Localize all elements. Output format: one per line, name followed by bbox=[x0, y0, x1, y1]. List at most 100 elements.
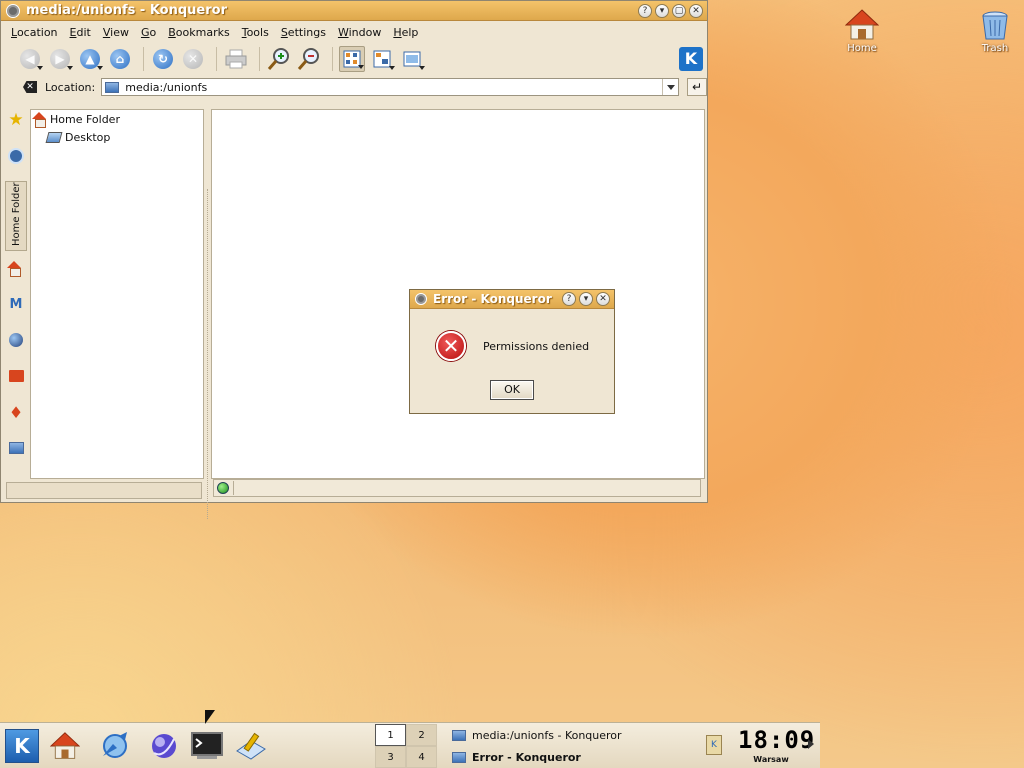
menu-bookmarks[interactable]: Bookmarks bbox=[168, 26, 229, 39]
menu-window[interactable]: Window bbox=[338, 26, 381, 39]
terminal-launcher[interactable] bbox=[190, 729, 224, 763]
menu-help[interactable]: Help bbox=[393, 26, 418, 39]
tree-view-button[interactable] bbox=[369, 46, 395, 72]
forward-button[interactable]: ▶ bbox=[47, 46, 73, 72]
home-icon bbox=[7, 261, 22, 277]
back-button[interactable]: ◀ bbox=[17, 46, 43, 72]
task-list: media:/unionfs - Konqueror Error - Konqu… bbox=[446, 724, 698, 768]
desktop-trash-label: Trash bbox=[981, 43, 1009, 54]
error-icon: ✕ bbox=[436, 331, 466, 361]
zoom-out-icon bbox=[297, 48, 319, 70]
desktop-pager: 1 2 3 4 bbox=[375, 724, 437, 768]
zoom-in-button[interactable] bbox=[266, 46, 292, 72]
home-launcher[interactable] bbox=[48, 729, 82, 763]
pager-desktop-1[interactable]: 1 bbox=[375, 724, 406, 746]
root-folder-tab[interactable] bbox=[5, 365, 27, 387]
clock-icon bbox=[8, 148, 24, 164]
tree-view-icon bbox=[373, 50, 391, 68]
desktop-icon bbox=[45, 131, 63, 143]
maximize-button[interactable]: ▢ bbox=[672, 4, 686, 18]
home-button[interactable]: ⌂ bbox=[107, 46, 133, 72]
minimize-button[interactable]: ▾ bbox=[655, 4, 669, 18]
reload-icon: ↻ bbox=[153, 49, 173, 69]
clear-location-icon[interactable]: ✕ bbox=[23, 81, 37, 93]
task-konqueror[interactable]: media:/unionfs - Konqueror bbox=[446, 724, 698, 746]
location-input[interactable]: media:/unionfs bbox=[101, 78, 680, 96]
desktop-tab[interactable] bbox=[5, 437, 27, 459]
zoom-out-button[interactable] bbox=[296, 46, 322, 72]
home-icon bbox=[844, 8, 880, 42]
konqueror-window: media:/unionfs - Konqueror ? ▾ ▢ ✕ Locat… bbox=[0, 0, 708, 519]
toolbar-separator bbox=[216, 47, 217, 71]
desktop-home-icon[interactable]: Home bbox=[827, 8, 897, 54]
menu-tools[interactable]: Tools bbox=[242, 26, 269, 39]
go-button[interactable]: ↵ bbox=[687, 78, 708, 96]
desktop-trash-icon[interactable]: Trash bbox=[960, 8, 1024, 54]
reload-button[interactable]: ↻ bbox=[150, 46, 176, 72]
up-arrow-icon: ▲ bbox=[80, 49, 100, 69]
error-dialog: Error - Konqueror ? ▾ ✕ ✕ Permissions de… bbox=[409, 289, 615, 414]
home-tab-icon[interactable] bbox=[5, 257, 27, 279]
red-folder-icon bbox=[8, 370, 24, 382]
menu-settings[interactable]: Settings bbox=[281, 26, 326, 39]
menu-view[interactable]: View bbox=[103, 26, 129, 39]
pager-desktop-4[interactable]: 4 bbox=[406, 746, 437, 768]
kmenu-button[interactable]: K bbox=[5, 729, 39, 763]
close-button[interactable]: ✕ bbox=[689, 4, 703, 18]
clock-time: 18:09 bbox=[738, 726, 816, 754]
services-icon: ♦ bbox=[8, 402, 24, 422]
icon-view-button[interactable] bbox=[339, 46, 365, 72]
ok-button[interactable]: OK bbox=[490, 380, 534, 400]
print-button[interactable] bbox=[223, 46, 249, 72]
konqueror-titlebar[interactable]: media:/unionfs - Konqueror ? ▾ ▢ ✕ bbox=[1, 1, 707, 21]
home-folder-tab[interactable]: Home Folder bbox=[5, 181, 27, 251]
dialog-titlebar[interactable]: Error - Konqueror ? ▾ ✕ bbox=[410, 290, 614, 309]
active-view-indicator-icon[interactable] bbox=[217, 482, 229, 494]
sidebar-tabs: ★ Home Folder M ♦ bbox=[3, 109, 29, 479]
pager-desktop-3[interactable]: 3 bbox=[375, 746, 406, 768]
pager-desktop-2[interactable]: 2 bbox=[406, 724, 437, 746]
kicker-panel: K 1 2 3 4 media:/unionfs - Konqueror Err… bbox=[0, 722, 820, 768]
back-arrow-icon: ◀ bbox=[20, 49, 40, 69]
preview-view-button[interactable] bbox=[399, 46, 425, 72]
konqueror-icon bbox=[103, 732, 127, 758]
sidebar-statusbar bbox=[6, 482, 202, 499]
home-folder-icon bbox=[32, 112, 47, 128]
dialog-help-button[interactable]: ? bbox=[562, 292, 576, 306]
view-statusbar bbox=[213, 479, 701, 497]
toolbar-separator bbox=[259, 47, 260, 71]
error-message: Permissions denied bbox=[483, 339, 590, 353]
clock[interactable]: 18:09 Warsaw bbox=[738, 725, 816, 768]
up-button[interactable]: ▲ bbox=[77, 46, 103, 72]
editor-launcher[interactable] bbox=[234, 729, 268, 763]
klipper-icon[interactable]: K bbox=[706, 735, 722, 755]
preview-view-icon bbox=[403, 51, 421, 67]
panel-hide-arrow-icon[interactable] bbox=[808, 739, 814, 749]
stop-button[interactable]: ✕ bbox=[180, 46, 206, 72]
media-tab[interactable]: M bbox=[5, 293, 27, 315]
printer-icon bbox=[225, 49, 247, 69]
browser-launcher[interactable] bbox=[147, 729, 181, 763]
menu-edit[interactable]: Edit bbox=[70, 26, 91, 39]
help-button[interactable]: ? bbox=[638, 4, 652, 18]
menu-location[interactable]: Location bbox=[11, 26, 58, 39]
konqueror-launcher[interactable] bbox=[98, 729, 132, 763]
bookmarks-tab[interactable]: ★ bbox=[5, 109, 27, 131]
dialog-title: Error - Konqueror bbox=[433, 292, 552, 306]
konqueror-icon bbox=[452, 729, 466, 741]
menu-go[interactable]: Go bbox=[141, 26, 156, 39]
panel-splitter[interactable] bbox=[204, 109, 211, 519]
task-error-dialog[interactable]: Error - Konqueror bbox=[446, 746, 698, 768]
dialog-minimize-button[interactable]: ▾ bbox=[579, 292, 593, 306]
location-dropdown-icon[interactable] bbox=[662, 79, 678, 95]
kde-logo-icon: K bbox=[679, 47, 703, 71]
network-tab[interactable] bbox=[5, 329, 27, 351]
tree-item-desktop[interactable]: Desktop bbox=[31, 128, 203, 146]
window-menu-icon[interactable] bbox=[6, 3, 20, 18]
dialog-close-button[interactable]: ✕ bbox=[596, 292, 610, 306]
dialog-menu-icon[interactable] bbox=[415, 293, 427, 305]
history-tab[interactable] bbox=[5, 145, 27, 167]
tree-item-home-folder[interactable]: Home Folder bbox=[31, 110, 203, 128]
services-tab[interactable]: ♦ bbox=[5, 401, 27, 423]
tree-item-label: Desktop bbox=[65, 130, 111, 144]
